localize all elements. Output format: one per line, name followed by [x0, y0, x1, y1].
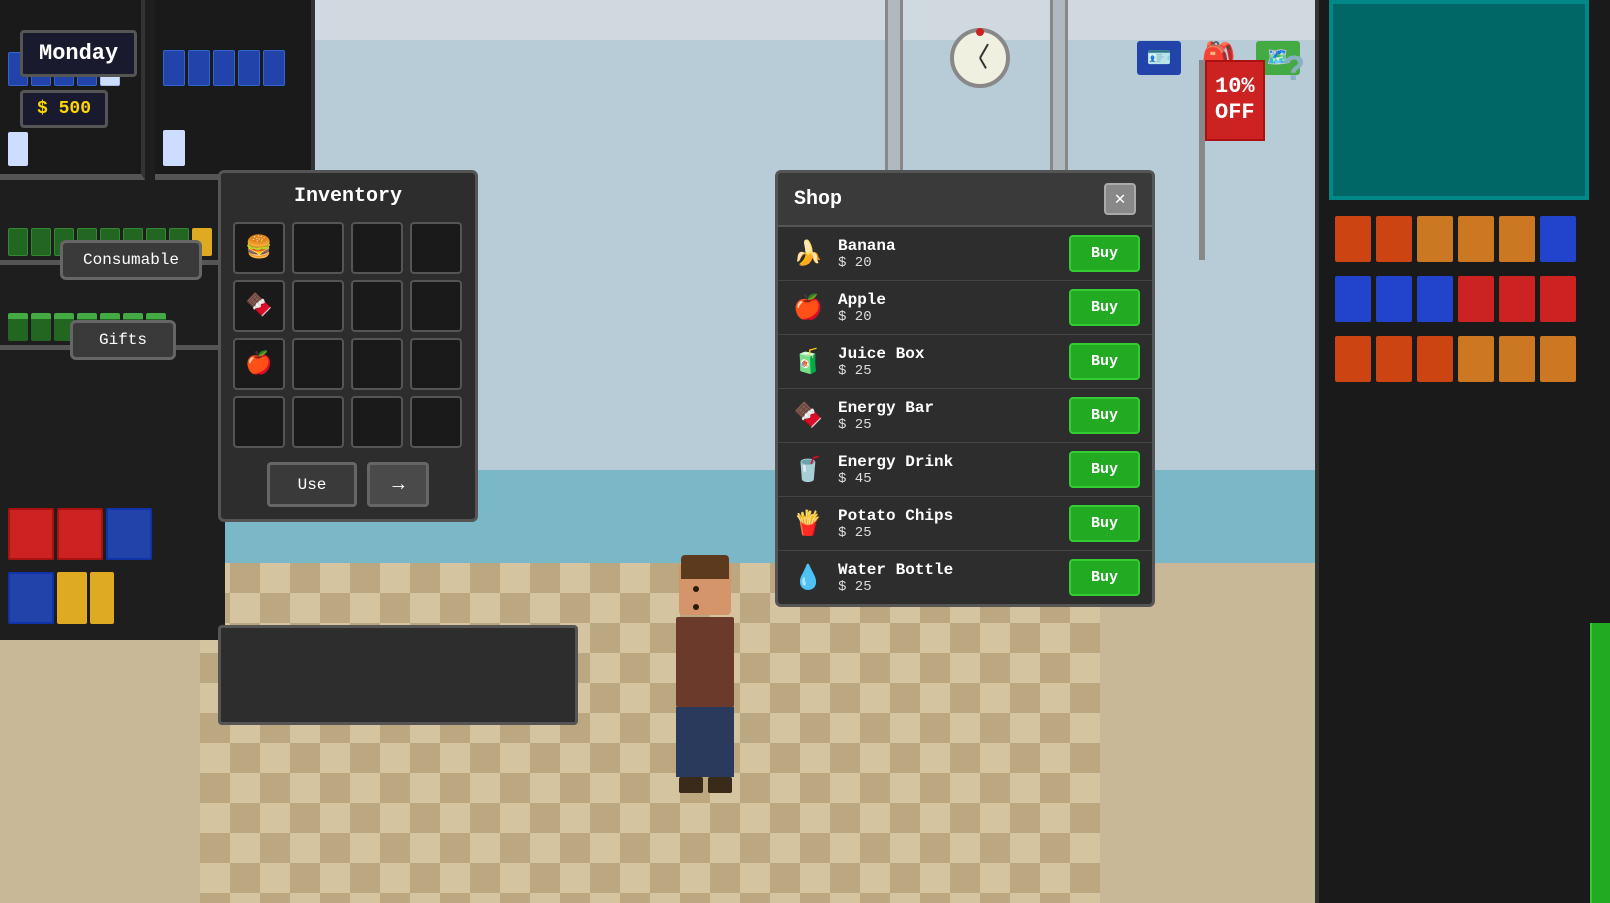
chips-name: Potato Chips: [838, 507, 1057, 525]
game-scene: 🪪 🎒 🗺️ ? 10% OFF: [0, 0, 1610, 903]
shop-title: Shop: [794, 188, 842, 211]
shop-header: Shop ✕: [778, 173, 1152, 227]
inv-slot-4[interactable]: 🍫: [233, 280, 285, 332]
energybar-icon: 🍫: [790, 398, 826, 434]
gifts-button[interactable]: Gifts: [70, 320, 176, 360]
buy-energybar-button[interactable]: Buy: [1069, 397, 1140, 434]
inv-slot-12[interactable]: [233, 396, 285, 448]
id-card-icon[interactable]: 🪪: [1137, 41, 1181, 75]
inv-slot-1[interactable]: [292, 222, 344, 274]
inv-slot-13[interactable]: [292, 396, 344, 448]
buy-water-button[interactable]: Buy: [1069, 559, 1140, 596]
wall-clock: [950, 28, 1010, 88]
energydrink-price: $ 45: [838, 471, 1057, 487]
inv-slot-3[interactable]: [410, 222, 462, 274]
inventory-actions: Use →: [233, 462, 463, 507]
day-label: Monday: [39, 41, 118, 66]
shop-close-button[interactable]: ✕: [1104, 183, 1136, 215]
player-character: [660, 563, 750, 803]
energybar-name: Energy Bar: [838, 399, 1057, 417]
banana-price: $ 20: [838, 255, 1057, 271]
juice-icon: 🧃: [790, 344, 826, 380]
shop-item-apple: 🍎 Apple $ 20 Buy: [778, 281, 1152, 335]
top-right-shelf: [155, 0, 315, 180]
shop-item-juice: 🧃 Juice Box $ 25 Buy: [778, 335, 1152, 389]
shop-item-energybar: 🍫 Energy Bar $ 25 Buy: [778, 389, 1152, 443]
sale-off: OFF: [1215, 100, 1255, 125]
inv-slot-0[interactable]: 🍔: [233, 222, 285, 274]
text-box: [218, 625, 578, 725]
inv-slot-7[interactable]: [410, 280, 462, 332]
use-button[interactable]: Use: [267, 462, 358, 507]
juice-price: $ 25: [838, 363, 1057, 379]
inv-slot-2[interactable]: [351, 222, 403, 274]
shop-item-chips: 🍟 Potato Chips $ 25 Buy: [778, 497, 1152, 551]
apple-price: $ 20: [838, 309, 1057, 325]
next-button[interactable]: →: [367, 462, 429, 507]
energybar-price: $ 25: [838, 417, 1057, 433]
shop-item-water: 💧 Water Bottle $ 25 Buy: [778, 551, 1152, 604]
inv-slot-9[interactable]: [292, 338, 344, 390]
inv-slot-15[interactable]: [410, 396, 462, 448]
inv-slot-14[interactable]: [351, 396, 403, 448]
inv-slot-10[interactable]: [351, 338, 403, 390]
shop-item-energydrink: 🥤 Energy Drink $ 45 Buy: [778, 443, 1152, 497]
money-label: $ 500: [37, 99, 91, 119]
inv-slot-11[interactable]: [410, 338, 462, 390]
inventory-title: Inventory: [233, 185, 463, 208]
buy-chips-button[interactable]: Buy: [1069, 505, 1140, 542]
inv-slot-5[interactable]: [292, 280, 344, 332]
shop-item-banana: 🍌 Banana $ 20 Buy: [778, 227, 1152, 281]
water-icon: 💧: [790, 560, 826, 596]
apple-name: Apple: [838, 291, 1057, 309]
juice-name: Juice Box: [838, 345, 1057, 363]
day-display: Monday: [20, 30, 137, 77]
inv-slot-8[interactable]: 🍎: [233, 338, 285, 390]
chips-price: $ 25: [838, 525, 1057, 541]
inventory-grid: 🍔 🍫 🍎: [233, 222, 463, 448]
shop-panel: Shop ✕ 🍌 Banana $ 20 Buy 🍎 Apple $ 20 Bu…: [775, 170, 1155, 607]
inv-slot-6[interactable]: [351, 280, 403, 332]
energydrink-name: Energy Drink: [838, 453, 1057, 471]
water-price: $ 25: [838, 579, 1057, 595]
banana-name: Banana: [838, 237, 1057, 255]
sale-banner: 10% OFF: [1195, 60, 1305, 260]
buy-banana-button[interactable]: Buy: [1069, 235, 1140, 272]
inventory-panel: Inventory 🍔 🍫 🍎 Use →: [218, 170, 478, 522]
right-shelf-unit: [1315, 0, 1610, 903]
buy-energydrink-button[interactable]: Buy: [1069, 451, 1140, 488]
chips-icon: 🍟: [790, 506, 826, 542]
energydrink-icon: 🥤: [790, 452, 826, 488]
bottom-shelf-left: [0, 500, 180, 640]
buy-juice-button[interactable]: Buy: [1069, 343, 1140, 380]
money-display: $ 500: [20, 90, 108, 128]
consumable-button[interactable]: Consumable: [60, 240, 202, 280]
apple-icon: 🍎: [790, 290, 826, 326]
sale-percent: 10%: [1215, 74, 1255, 99]
floor-tiles: [200, 563, 1100, 903]
water-name: Water Bottle: [838, 561, 1057, 579]
energy-indicator: [1590, 623, 1610, 903]
banana-icon: 🍌: [790, 236, 826, 272]
buy-apple-button[interactable]: Buy: [1069, 289, 1140, 326]
